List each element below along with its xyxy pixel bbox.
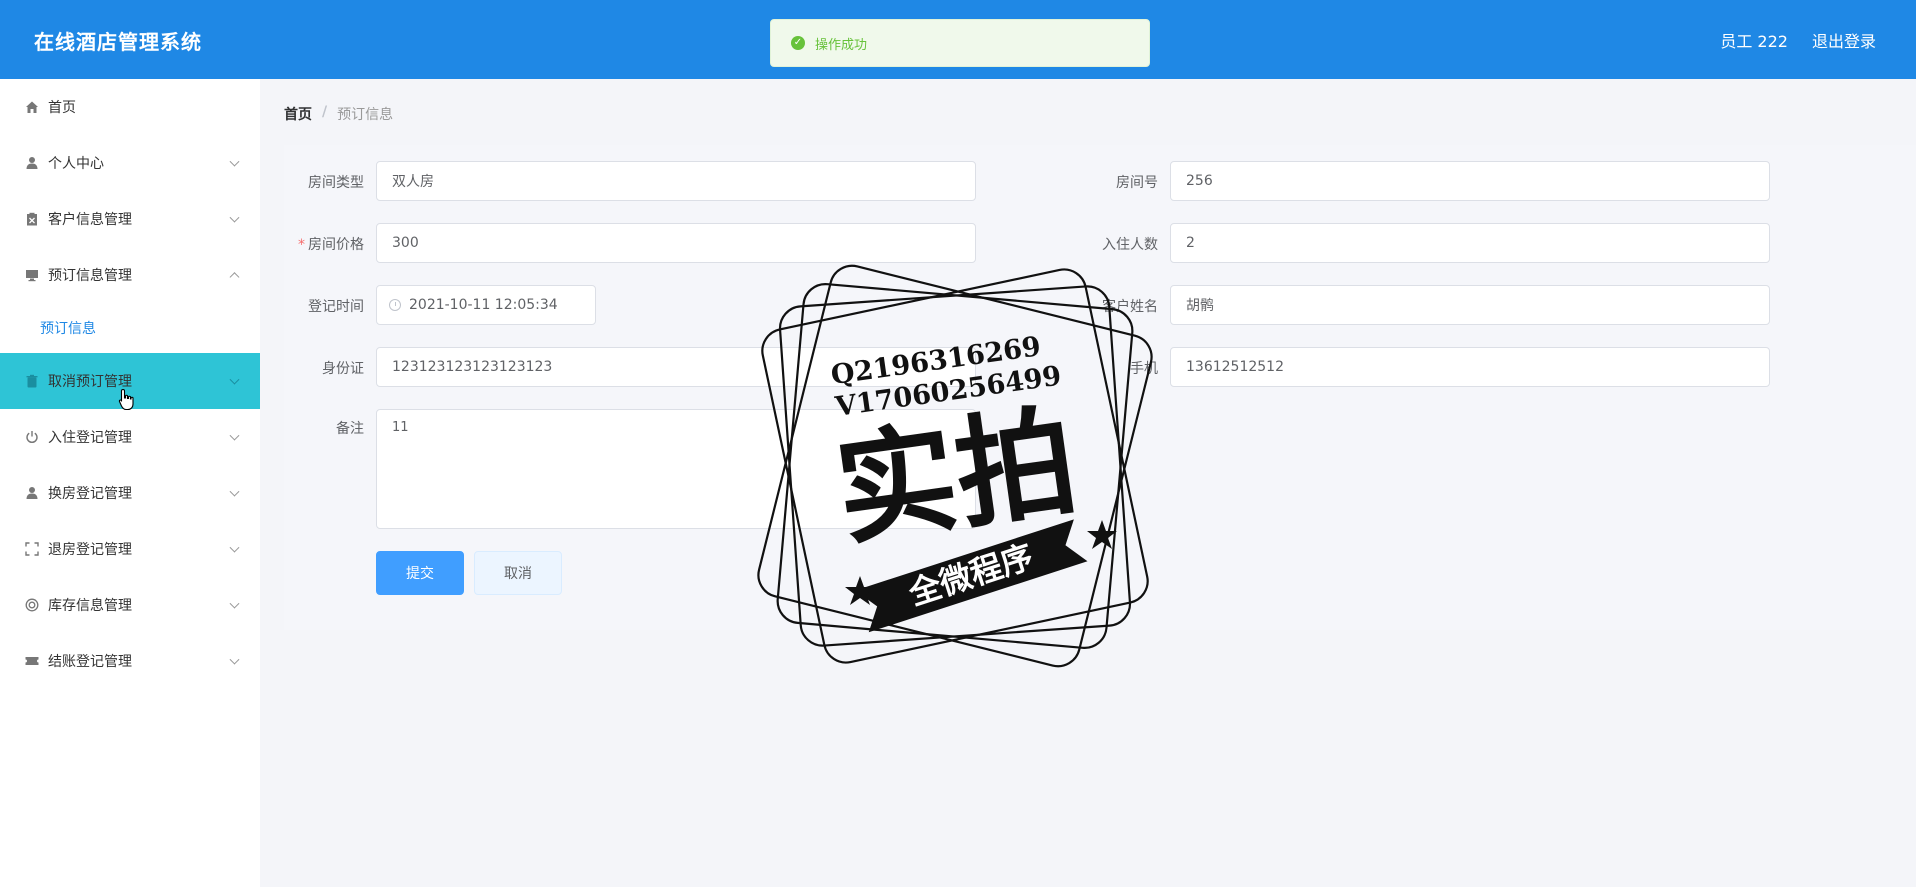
check-circle-icon: ✓ bbox=[791, 36, 805, 50]
chevron-down-icon bbox=[229, 212, 240, 223]
sidebar-item-label: 换房登记管理 bbox=[48, 486, 132, 502]
sidebar-item-inventory[interactable]: 库存信息管理 bbox=[0, 577, 260, 633]
remark-label: 备注 bbox=[336, 421, 364, 437]
toast-message: 操作成功 bbox=[815, 37, 868, 53]
sidebar-item-label: 预订信息管理 bbox=[48, 268, 132, 284]
guest-count-value: 2 bbox=[1186, 235, 1195, 251]
header-user-area: 员工 222 退出登录 bbox=[1720, 28, 1876, 52]
lifebuoy-icon bbox=[24, 597, 40, 613]
sidebar-item-customers[interactable]: 客户信息管理 bbox=[0, 191, 260, 247]
room-type-field[interactable]: 双人房 bbox=[376, 161, 976, 201]
sidebar-item-label: 个人中心 bbox=[48, 156, 104, 172]
register-time-value: 2021-10-11 12:05:34 bbox=[409, 297, 558, 313]
sidebar-item-label: 退房登记管理 bbox=[48, 542, 132, 558]
register-time-label: 登记时间 bbox=[308, 299, 364, 315]
sidebar-item-label: 首页 bbox=[48, 100, 76, 116]
sidebar-item-checkout[interactable]: 退房登记管理 bbox=[0, 521, 260, 577]
success-toast: ✓ 操作成功 bbox=[770, 19, 1150, 67]
user-icon bbox=[24, 485, 40, 501]
sidebar-item-profile[interactable]: 个人中心 bbox=[0, 135, 260, 191]
breadcrumb-separator: / bbox=[322, 104, 328, 120]
sidebar-item-label: 结账登记管理 bbox=[48, 654, 132, 670]
breadcrumb-home[interactable]: 首页 bbox=[284, 104, 312, 124]
home-icon bbox=[24, 99, 40, 115]
breadcrumb-current: 预订信息 bbox=[337, 107, 394, 123]
room-price-label-text: 房间价格 bbox=[308, 237, 364, 253]
ticket-icon bbox=[24, 653, 40, 669]
sidebar-item-label: 库存信息管理 bbox=[48, 598, 132, 614]
guest-count-field[interactable]: 2 bbox=[1170, 223, 1770, 263]
chevron-down-icon bbox=[229, 542, 240, 553]
room-price-field[interactable]: 300 bbox=[376, 223, 976, 263]
chevron-down-icon bbox=[229, 430, 240, 441]
chevron-down-icon bbox=[229, 374, 240, 385]
chevron-down-icon bbox=[229, 654, 240, 665]
chevron-down-icon bbox=[229, 156, 240, 167]
trash-icon bbox=[24, 373, 40, 389]
sidebar-item-label: 客户信息管理 bbox=[48, 212, 132, 228]
phone-value: 13612512512 bbox=[1186, 359, 1284, 375]
id-card-value: 123123123123123123 bbox=[392, 359, 553, 375]
room-number-value: 256 bbox=[1186, 173, 1213, 189]
photo-stamp-watermark: Q2196316269 V17060256499 实拍 全微程序 bbox=[757, 264, 1153, 668]
sidebar-item-label: 预订信息 bbox=[40, 321, 96, 337]
required-mark: * bbox=[298, 237, 305, 253]
star-icon bbox=[1087, 520, 1117, 549]
app-title: 在线酒店管理系统 bbox=[34, 30, 202, 54]
sidebar-item-label: 入住登记管理 bbox=[48, 430, 132, 446]
id-card-label: 身份证 bbox=[322, 361, 364, 377]
room-number-label: 房间号 bbox=[1116, 175, 1158, 191]
chevron-down-icon bbox=[229, 486, 240, 497]
breadcrumb: 首页 / 预订信息 bbox=[284, 104, 393, 124]
sidebar-item-checkin[interactable]: 入住登记管理 bbox=[0, 409, 260, 465]
sidebar-item-billing[interactable]: 结账登记管理 bbox=[0, 633, 260, 689]
room-type-value: 双人房 bbox=[392, 174, 434, 190]
room-price-label: * 房间价格 bbox=[264, 234, 364, 254]
clock-icon bbox=[389, 299, 401, 311]
sidebar-subitem-reservation-info[interactable]: 预订信息 bbox=[0, 303, 260, 353]
chevron-up-icon bbox=[229, 272, 240, 283]
guest-count-label: 入住人数 bbox=[1102, 237, 1158, 253]
sidebar: 首页 个人中心 客户信息管理 预订信息管理 预订信息 取消预订管理 入住登记管理… bbox=[0, 79, 260, 887]
monitor-icon bbox=[24, 267, 40, 283]
chevron-down-icon bbox=[229, 598, 240, 609]
phone-field[interactable]: 13612512512 bbox=[1170, 347, 1770, 387]
customer-name-value: 胡鹘 bbox=[1186, 298, 1214, 314]
user-label[interactable]: 员工 222 bbox=[1720, 28, 1788, 52]
fullscreen-icon bbox=[24, 541, 40, 557]
power-icon bbox=[24, 429, 40, 445]
hand-cursor-icon bbox=[118, 388, 134, 411]
register-time-picker[interactable]: 2021-10-11 12:05:34 bbox=[376, 285, 596, 325]
user-icon bbox=[24, 155, 40, 171]
remark-value: 11 bbox=[392, 420, 409, 435]
clipboard-icon bbox=[24, 211, 40, 227]
sidebar-item-reservations[interactable]: 预订信息管理 bbox=[0, 247, 260, 303]
room-price-value: 300 bbox=[392, 235, 419, 251]
sidebar-item-home[interactable]: 首页 bbox=[0, 79, 260, 135]
customer-name-field[interactable]: 胡鹘 bbox=[1170, 285, 1770, 325]
room-type-label: 房间类型 bbox=[308, 175, 364, 191]
cancel-button[interactable]: 取消 bbox=[474, 551, 562, 595]
room-number-field[interactable]: 256 bbox=[1170, 161, 1770, 201]
logout-button[interactable]: 退出登录 bbox=[1812, 28, 1876, 52]
sidebar-item-room-change[interactable]: 换房登记管理 bbox=[0, 465, 260, 521]
submit-button[interactable]: 提交 bbox=[376, 551, 464, 595]
